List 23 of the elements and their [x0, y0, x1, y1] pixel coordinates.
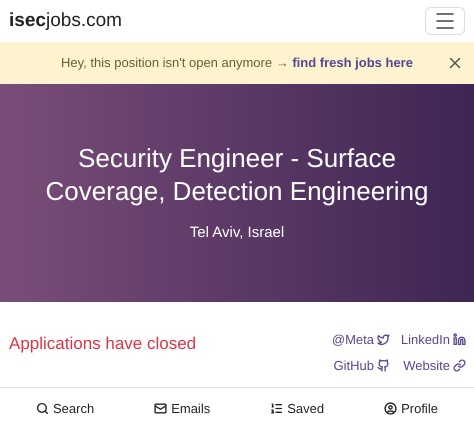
bird-icon	[377, 333, 390, 346]
status-text: Applications have closed	[9, 333, 196, 355]
user-icon	[384, 402, 398, 415]
envelope-icon	[154, 402, 168, 415]
profile-link[interactable]: GitHub	[334, 356, 390, 375]
notice-text: Hey, this position isn't open anymore → find fresh jobs here	[61, 54, 413, 72]
job-title: Security Engineer - Surface Coverage, Detection Engineering	[44, 142, 430, 208]
profile-link[interactable]: @Meta	[332, 330, 390, 350]
linkedin-icon	[453, 333, 466, 346]
nav-item[interactable]: Saved	[270, 398, 324, 418]
nav-item[interactable]: Profile	[384, 398, 438, 418]
search-icon	[36, 402, 49, 415]
menu-button[interactable]	[425, 7, 465, 35]
profile-link[interactable]: Website	[403, 356, 466, 375]
fresh-jobs-link[interactable]: find fresh jobs here	[292, 55, 413, 70]
github-icon	[377, 358, 390, 372]
list-icon	[270, 402, 284, 415]
job-location: Tel Aviv, Israel	[190, 222, 284, 243]
nav-item[interactable]: Search	[36, 398, 94, 418]
site-logo[interactable]: isecjobs.com	[9, 6, 122, 36]
link-icon	[453, 358, 466, 372]
profile-link[interactable]: LinkedIn	[400, 330, 466, 350]
nav-item[interactable]: Emails	[154, 398, 210, 418]
